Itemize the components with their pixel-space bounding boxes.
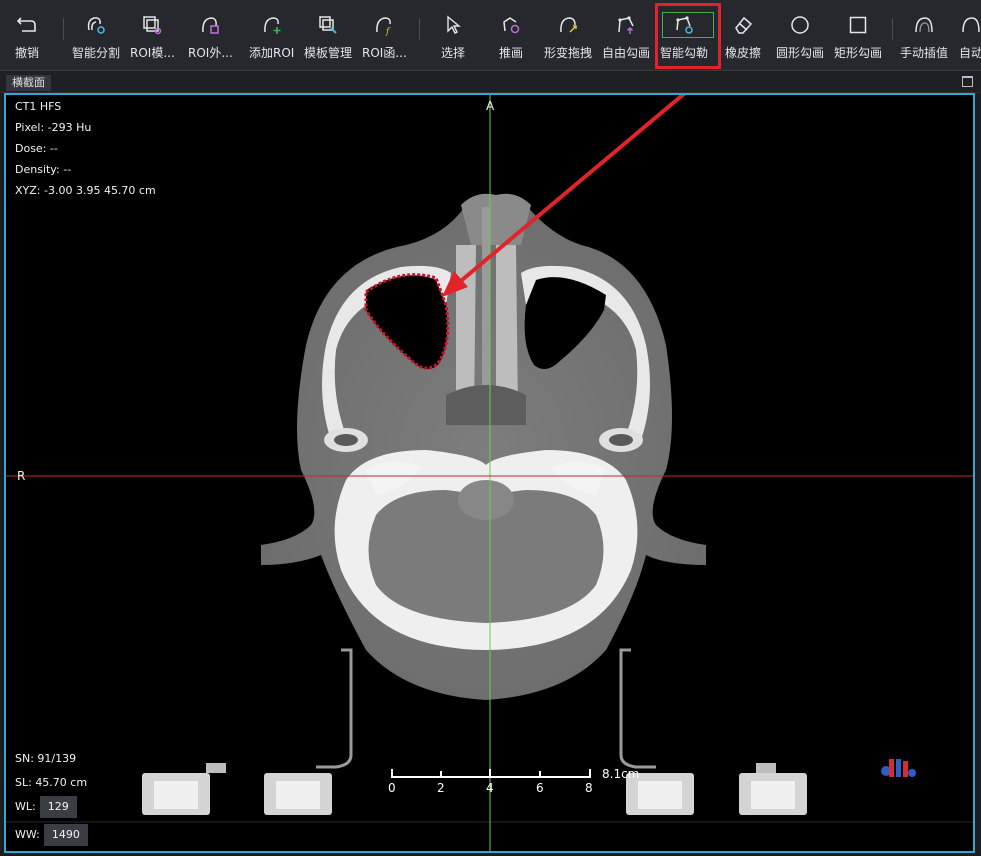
square-icon xyxy=(845,12,871,38)
svg-text:f: f xyxy=(385,27,391,36)
auto-button[interactable]: 自动 xyxy=(958,6,981,66)
slice-number: SN: 91/139 xyxy=(15,752,77,765)
panel-tab-axial[interactable]: 横截面 xyxy=(6,75,51,91)
scale-tick-label: 8 xyxy=(585,781,593,795)
annotation-arrow xyxy=(442,95,686,297)
toolbar-separator xyxy=(892,18,893,40)
template-manage-button[interactable]: 模板管理 xyxy=(304,6,352,66)
deform-drag-button[interactable]: 形变拖拽 xyxy=(544,6,592,66)
smart-outline-button[interactable]: 智能勾勒 xyxy=(660,6,714,66)
undo-button[interactable]: 撤销 xyxy=(14,6,40,66)
free-outline-button[interactable]: 自由勾画 xyxy=(602,6,650,66)
orientation-label-anterior: A xyxy=(486,99,495,113)
manual-interp-button[interactable]: 手动插值 xyxy=(900,6,948,66)
active-tool-frame xyxy=(662,12,714,38)
scale-tick-label: 0 xyxy=(388,781,396,795)
wl-value[interactable]: 129 xyxy=(39,796,77,818)
toolbar: 撤销 智能分割 ROI模... ROI外... 添加ROI 模板管理 f ROI… xyxy=(0,0,981,71)
series-label: CT1 HFS xyxy=(15,100,62,113)
smart-segment-icon xyxy=(83,12,109,38)
scale-tick-label: 6 xyxy=(536,781,544,795)
free-outline-icon xyxy=(613,12,639,38)
scale-unit-label: 8.1cm xyxy=(602,767,640,781)
auto-icon xyxy=(958,12,981,38)
roi-function-button[interactable]: f ROI函... xyxy=(362,6,407,66)
window-level-row: WL: 129 xyxy=(15,795,88,819)
add-roi-button[interactable]: 添加ROI xyxy=(249,6,294,66)
scale-tick-label: 4 xyxy=(486,781,494,795)
ct-viewport[interactable]: CT1 HFS Pixel: -293 Hu Dose: -- Density:… xyxy=(4,93,975,853)
eraser-button[interactable]: 橡皮擦 xyxy=(725,6,761,66)
wl-label: WL: xyxy=(15,800,36,813)
roi-expand-icon xyxy=(197,12,223,38)
circle-icon xyxy=(787,12,813,38)
manual-interp-icon xyxy=(911,12,937,38)
image-info-bottom-left: SN: 91/139 SL: 45.70 cm WL: 129 WW: 1490 xyxy=(15,747,88,847)
ww-label: WW: xyxy=(15,828,40,841)
roi-template-icon xyxy=(139,12,165,38)
roi-template-button[interactable]: ROI模... xyxy=(130,6,175,66)
roi-expand-button[interactable]: ROI外... xyxy=(188,6,233,66)
density-value: Density: -- xyxy=(15,163,72,176)
scale-tick-label: 2 xyxy=(437,781,445,795)
roi-function-icon: f xyxy=(371,12,397,38)
add-roi-icon xyxy=(259,12,285,38)
circle-outline-button[interactable]: 圆形勾画 xyxy=(776,6,824,66)
smart-segment-button[interactable]: 智能分割 xyxy=(72,6,120,66)
push-draw-icon xyxy=(498,12,524,38)
image-info-top-left: CT1 HFS Pixel: -293 Hu Dose: -- Density:… xyxy=(15,96,156,201)
undo-icon xyxy=(14,12,40,38)
dose-value: Dose: -- xyxy=(15,142,58,155)
panel-header: 横截面 xyxy=(0,72,981,93)
orientation-label-right: R xyxy=(17,469,26,483)
window-width-row: WW: 1490 xyxy=(15,823,88,847)
maximize-icon[interactable] xyxy=(962,76,973,87)
slice-location: SL: 45.70 cm xyxy=(15,776,88,789)
ww-value[interactable]: 1490 xyxy=(43,824,88,846)
pixel-value: Pixel: -293 Hu xyxy=(15,121,92,134)
deform-drag-icon xyxy=(555,12,581,38)
push-draw-button[interactable]: 推画 xyxy=(498,6,524,66)
toolbar-separator xyxy=(63,18,64,40)
template-manage-icon xyxy=(315,12,341,38)
eraser-icon xyxy=(730,12,756,38)
cursor-icon xyxy=(440,12,466,38)
xyz-coordinates: XYZ: -3.00 3.95 45.70 cm xyxy=(15,184,156,197)
select-button[interactable]: 选择 xyxy=(440,6,466,66)
toolbar-separator xyxy=(419,18,420,40)
rect-outline-button[interactable]: 矩形勾画 xyxy=(834,6,882,66)
